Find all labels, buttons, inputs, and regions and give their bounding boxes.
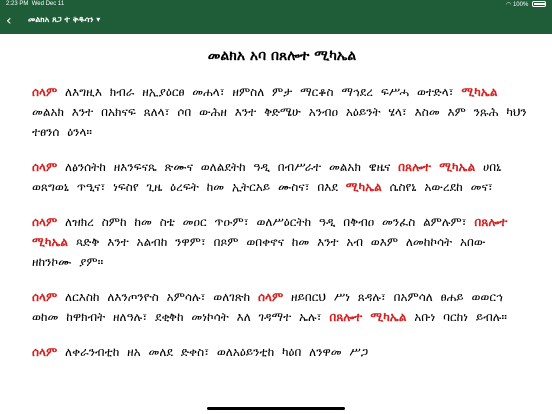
highlighted-word: ሰላም: [32, 160, 58, 174]
paragraph-text: መልአክ እንተ በአክናፍ ጸለላ፣ ሶበ ውሕዘ እንተ ቅድሜሁ አንብዐ…: [32, 105, 527, 139]
highlighted-word: ሰላም: [257, 290, 284, 304]
home-indicator[interactable]: [207, 407, 345, 410]
paragraph: ሰላም ለዝክረ ስምከ ከመ ስቴ መዐር ጥዑም፣ ወለሥዕርትከ ዓዲ በ…: [32, 212, 532, 272]
highlighted-word: ሰላም: [32, 345, 58, 359]
paragraph: ሰላም ለቀራንብቲከ ዘአ መለደ ድቀስ፣ ወለአዕይንቲከ ካዕበ ለንዋ…: [32, 342, 532, 362]
status-date: Wed Dec 11: [31, 1, 65, 7]
paragraph-text: ለዝክረ ስምከ ከመ ስቴ መዐር ጥዑም፣ ወለሥዕርትከ ዓዲ በቅብዐ …: [57, 215, 475, 229]
highlighted-word: ሰላም: [32, 85, 58, 99]
highlighted-word: በጸሎተ ሚካኤል: [398, 160, 476, 174]
paragraph: ሰላም ለፅንሰትከ ዘእንፍናጼ ጽሙና ወለልደትከ ዓዲ በብሥራተ መል…: [32, 157, 532, 197]
highlighted-word: ሚካኤል: [345, 180, 382, 194]
paragraph-list: ሰላም ለእግዚእ ክብራ ዘኢያዕርፀ መሐላ፣ ዘምስለ ምታ ማርቆስ ማ…: [32, 82, 532, 362]
reading-content: መልክአ አባ በጸሎተ ሚካኤል ሰላም ለእግዚእ ክብራ ዘኢያዕርፀ መ…: [32, 44, 532, 377]
paragraph-text: ሴስየኒ አውረደከ መና፣: [381, 180, 493, 194]
paragraph-text: ለእግዚእ ክብራ ዘኢያዕርፀ መሐላ፣ ዘምስለ ምታ ማርቆስ ማኅደረ …: [57, 85, 462, 99]
battery-percent: 100%: [512, 2, 529, 8]
highlighted-word: ሰላም: [32, 290, 58, 304]
nav-bar: ‹ መልክአ ጸጋ ተ ቅዱሳን ▾: [0, 10, 552, 34]
paragraph-text: ለርእስከ ለእንጦንዮስ አምሳሉ፣ ወለገጽከ: [57, 290, 258, 304]
battery-icon: [532, 1, 546, 8]
paragraph-text: ጻድቅ እንተ አልብከ ንዋም፣ በጾም ወበቀኖና ከመ እንተ አብ ወእ…: [32, 235, 486, 269]
wifi-icon: ◠: [506, 2, 512, 8]
paragraph-text: ለቀራንብቲከ ዘአ መለደ ድቀስ፣ ወለአዕይንቲከ ካዕበ ለንዋመ ሥጋ: [57, 345, 369, 359]
status-bar: 2:23 PM Wed Dec 11 ◠ 100%: [0, 0, 552, 10]
highlighted-word: በጸሎተ ሚካኤል: [329, 310, 407, 324]
nav-title-dropdown[interactable]: መልክአ ጸጋ ተ ቅዱሳን ▾: [28, 15, 100, 25]
back-chevron-icon[interactable]: ‹: [6, 12, 12, 30]
status-time: 2:23 PM: [6, 1, 29, 7]
paragraph: ሰላም ለርእስከ ለእንጦንዮስ አምሳሉ፣ ወለገጽከ ሰላም ዘይበርህ …: [32, 287, 532, 327]
paragraph: ሰላም ለእግዚእ ክብራ ዘኢያዕርፀ መሐላ፣ ዘምስለ ምታ ማርቆስ ማ…: [32, 82, 532, 142]
paragraph-text: ለፅንሰትከ ዘእንፍናጼ ጽሙና ወለልደትከ ዓዲ በብሥራተ መልአክ ዌ…: [57, 160, 399, 174]
paragraph-text: አቡነ ባርከነ ይብሉ።: [406, 310, 507, 324]
highlighted-word: ሰላም: [32, 215, 58, 229]
highlighted-word: ሚካኤል: [461, 85, 498, 99]
page-title: መልክአ አባ በጸሎተ ሚካኤል: [207, 48, 357, 64]
